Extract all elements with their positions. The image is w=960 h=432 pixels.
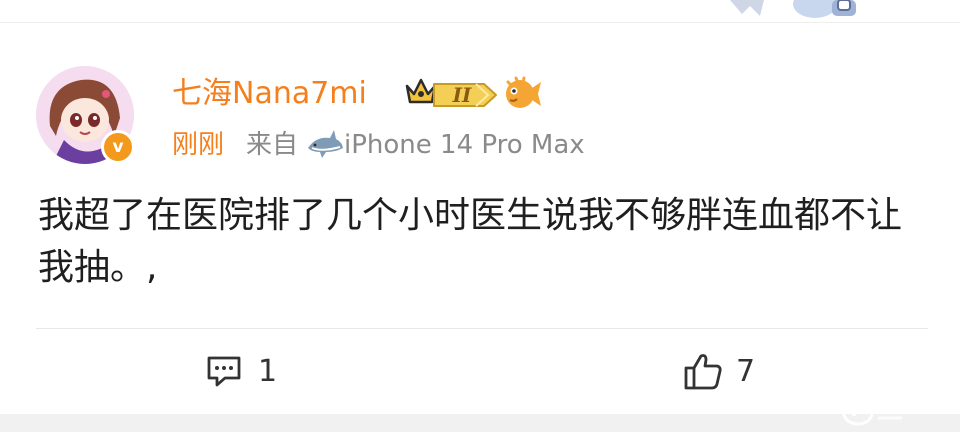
like-count[interactable]: 7 bbox=[736, 352, 755, 392]
username-link[interactable]: 七海Nana7mi bbox=[172, 74, 367, 114]
top-divider bbox=[0, 22, 960, 23]
pufferfish-icon bbox=[502, 74, 542, 116]
bottom-bar bbox=[0, 414, 960, 432]
top-decoration bbox=[720, 0, 870, 22]
content-divider bbox=[36, 328, 928, 329]
post-content: 我超了在医院排了几个小时医生说我不够胖连血都不让我抽。, bbox=[38, 195, 903, 288]
comment-count[interactable]: 1 bbox=[258, 352, 277, 392]
verified-badge: v bbox=[101, 130, 135, 164]
shark-icon bbox=[306, 126, 344, 166]
source-label: 来自 bbox=[246, 130, 299, 160]
device-source[interactable]: iPhone 14 Pro Max bbox=[344, 128, 585, 162]
thumbs-up-icon[interactable] bbox=[682, 350, 724, 396]
comment-icon[interactable] bbox=[205, 352, 243, 394]
level-badge-text: II bbox=[452, 83, 472, 107]
watermark-icon bbox=[842, 398, 912, 432]
post-time: 刚刚 bbox=[172, 130, 225, 160]
